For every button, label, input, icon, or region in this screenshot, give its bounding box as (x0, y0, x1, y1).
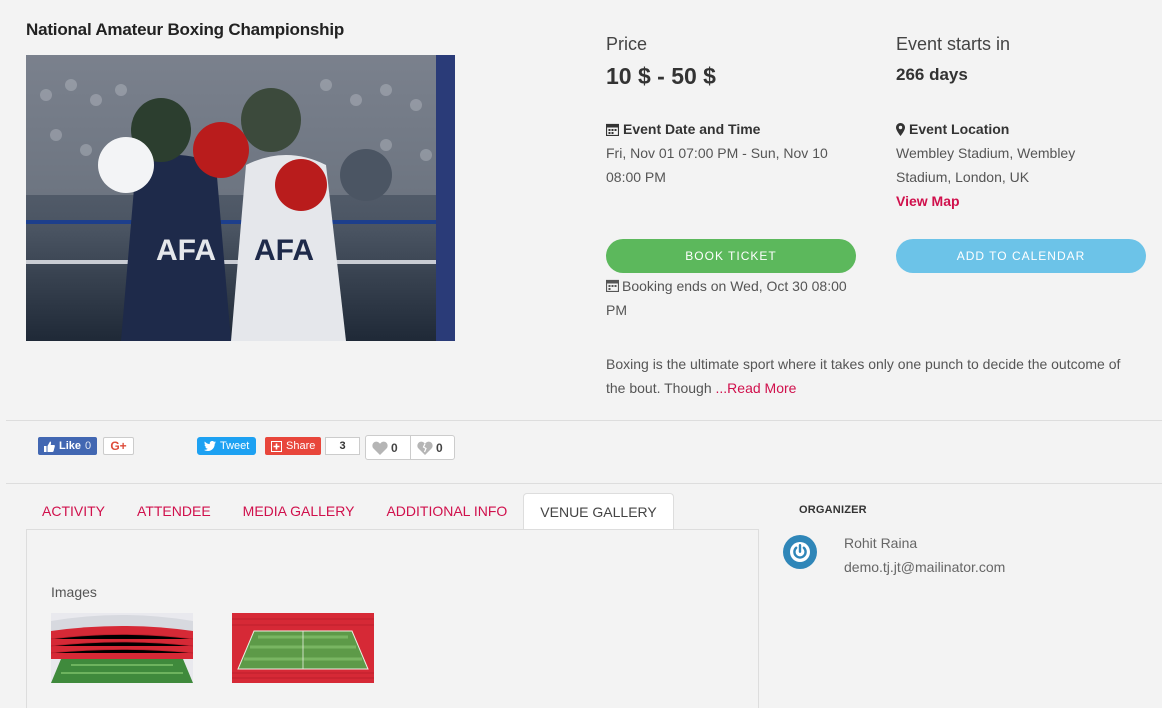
price-label: Price (606, 34, 648, 54)
broken-heart-icon (417, 441, 433, 455)
event-date-block: Event Date and Time Fri, Nov 01 07:00 PM… (606, 117, 846, 189)
event-date-value: Fri, Nov 01 07:00 PM - Sun, Nov 10 08:00… (606, 145, 828, 185)
event-location-value: Wembley Stadium, Wembley Stadium, London… (896, 145, 1076, 185)
facebook-like-count: 0 (85, 440, 92, 452)
booking-ends: Booking ends on Wed, Oct 30 08:00 PM (605, 274, 858, 322)
tweet-label: Tweet (220, 440, 250, 452)
organizer-email: demo.tj.jt@mailinator.com (844, 559, 1006, 575)
dislike-count: 0 (436, 440, 443, 455)
share-label: Share (286, 440, 316, 452)
svg-text:AFA: AFA (254, 234, 314, 267)
venue-gallery-panel: Images (26, 529, 759, 708)
divider (6, 483, 1162, 484)
divider (6, 420, 1162, 421)
tab-attendee[interactable]: ATTENDEE (121, 493, 227, 530)
heart-icon (372, 441, 388, 455)
map-marker-icon (896, 122, 905, 136)
images-label: Images (51, 584, 97, 600)
tweet-button[interactable]: Tweet (197, 437, 257, 455)
google-plus-button[interactable]: G+ (103, 437, 134, 455)
description-text: Boxing is the ultimate sport where it ta… (606, 356, 1121, 396)
add-to-calendar-button[interactable]: ADD TO CALENDAR (896, 239, 1146, 273)
event-title: National Amateur Boxing Championship (26, 20, 345, 39)
book-ticket-button[interactable]: BOOK TICKET (606, 239, 856, 273)
like-count: 0 (391, 440, 398, 455)
thumbs-up-icon (44, 441, 55, 452)
event-location-label: Event Location (909, 121, 1010, 137)
countdown-label: Event starts in (896, 34, 1011, 54)
venue-image-thumbnail[interactable] (232, 613, 374, 683)
svg-text:AFA: AFA (156, 234, 216, 267)
event-description: Boxing is the ultimate sport where it ta… (606, 352, 1141, 400)
countdown-value: 266 days (896, 65, 968, 84)
facebook-like-label: Like (59, 440, 82, 452)
facebook-like-button[interactable]: Like 0 (38, 437, 98, 455)
venue-image-thumbnail[interactable] (51, 613, 193, 683)
read-more-link[interactable]: ...Read More (716, 380, 797, 396)
like-vote-button[interactable]: 0 (365, 435, 411, 460)
view-map-link[interactable]: View Map (896, 193, 960, 209)
event-image: AFA AFA (26, 55, 455, 341)
organizer-name: Rohit Raina (844, 535, 918, 551)
share-count: 3 (325, 437, 360, 455)
share-plus-icon (271, 440, 282, 452)
dislike-vote-button[interactable]: 0 (410, 435, 455, 460)
tab-venue-gallery[interactable]: VENUE GALLERY (523, 493, 674, 531)
tab-media-gallery[interactable]: MEDIA GALLERY (227, 493, 371, 530)
event-tabs: ACTIVITY ATTENDEE MEDIA GALLERY ADDITION… (26, 493, 674, 531)
booking-ends-text: Booking ends on Wed, Oct 30 08:00 PM (606, 278, 847, 318)
twitter-icon (204, 441, 216, 451)
power-icon (790, 542, 810, 562)
organizer-heading: ORGANIZER (799, 504, 867, 516)
calendar-icon (606, 123, 619, 136)
tab-additional-info[interactable]: ADDITIONAL INFO (370, 493, 523, 530)
organizer-avatar[interactable] (783, 535, 817, 569)
tab-activity[interactable]: ACTIVITY (26, 493, 121, 530)
price-value: 10 $ - 50 $ (606, 63, 716, 89)
share-button[interactable]: Share (265, 437, 322, 455)
event-date-label: Event Date and Time (623, 121, 761, 137)
calendar-icon (605, 279, 620, 293)
event-location-block: Event Location Wembley Stadium, Wembley … (896, 117, 1126, 213)
